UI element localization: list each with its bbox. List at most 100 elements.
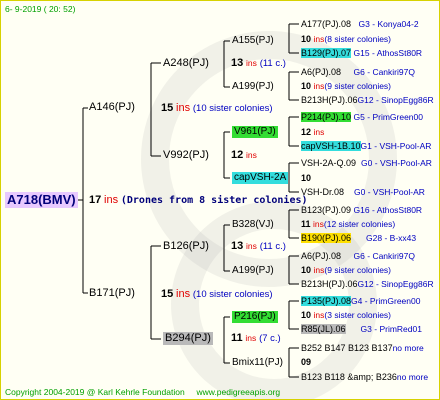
- g1-count: 15: [161, 288, 174, 300]
- g4-count: 10: [301, 310, 312, 320]
- g4-queen[interactable]: A6(PJ).08: [301, 67, 341, 77]
- root-queen[interactable]: A718(BMV): [5, 192, 78, 208]
- g3-queen[interactable]: P216(PJ): [232, 311, 278, 323]
- g4-row: B213H(PJ).06G12 - SinopEgg86R: [301, 94, 434, 106]
- g4-queen[interactable]: B123 B118 &amp; B236: [301, 372, 397, 382]
- g4-row: 11 ins(12 sister colonies): [301, 218, 395, 230]
- g2-note: (7 c.): [259, 333, 281, 344]
- g2-info: 11 ins (7 c.): [231, 332, 281, 345]
- g4-row: B123 B118 &amp; B236no more: [301, 371, 428, 383]
- g2-queen[interactable]: A248(PJ): [163, 57, 209, 70]
- site-link[interactable]: www.pedigreeapis.org: [197, 387, 281, 397]
- g4-queen[interactable]: B252 B147 B123 B137: [301, 343, 393, 353]
- g4-queen[interactable]: capVSH-1B.10: [301, 141, 361, 151]
- g4-line: no more: [396, 372, 429, 382]
- g3-queen[interactable]: A155(PJ): [232, 35, 274, 47]
- g4-line: G5 - PrimGreen00: [353, 112, 423, 122]
- g4-queen[interactable]: P214(PJ).10: [301, 112, 352, 122]
- g4-count: 12: [301, 127, 312, 137]
- g1-queen[interactable]: B171(PJ): [89, 287, 135, 300]
- g1-info: 15 ins (10 sister colonies): [161, 288, 273, 301]
- g2-count: 13: [231, 240, 244, 252]
- g3-queen[interactable]: V961(PJ): [232, 126, 278, 138]
- g4-line: G6 - Cankiri97Q: [353, 67, 415, 77]
- g2-info: 13 ins (11 c.): [231, 240, 286, 253]
- g3-queen[interactable]: capVSH-2A: [232, 172, 289, 184]
- g4-queen[interactable]: B213H(PJ).06: [301, 95, 358, 105]
- g4-count: 10: [301, 265, 312, 275]
- g2-queen[interactable]: B294(PJ): [163, 332, 213, 345]
- g4-row: capVSH-1B.10G1 - VSH-Pool-AR: [301, 140, 431, 152]
- g4-row: 10 ins(3 sister colonies): [301, 309, 391, 321]
- g4-row: 10 ins(9 sister colonies): [301, 80, 391, 92]
- g4-ins: ins: [313, 81, 325, 91]
- g1-note: (10 sister colonies): [192, 289, 273, 300]
- g4-row: VSH-Dr.08 G0 - VSH-Pool-AR: [301, 186, 425, 198]
- root-info: 17 ins (Drones from 8 sister colonies): [89, 194, 308, 207]
- root-count: 17: [89, 194, 102, 206]
- g3-queen[interactable]: Bmix11(PJ): [232, 357, 283, 369]
- g4-ins: ins: [313, 265, 325, 275]
- g4-row: B252 B147 B123 B137no more: [301, 342, 424, 354]
- g4-row: 12 ins: [301, 126, 324, 138]
- g4-row: A6(PJ).08 G6 - Cankiri97Q: [301, 250, 415, 262]
- g3-queen[interactable]: A199(PJ): [232, 265, 274, 277]
- g4-ins: ins: [313, 34, 325, 44]
- g4-line: G12 - SinopEgg86R: [357, 279, 434, 289]
- g4-count: 10: [301, 173, 312, 183]
- g1-info: 15 ins (10 sister colonies): [161, 102, 273, 115]
- g4-line: G12 - SinopEgg86R: [357, 95, 434, 105]
- g4-queen[interactable]: B123(PJ).09: [301, 205, 351, 215]
- g4-note: (8 sister colonies): [324, 34, 392, 44]
- g1-queen[interactable]: A146(PJ): [89, 101, 135, 114]
- g2-queen[interactable]: B126(PJ): [163, 240, 209, 253]
- g4-note: (12 sister colonies): [323, 219, 396, 229]
- g4-line: G0 - VSH-Pool-AR: [354, 187, 425, 197]
- g2-note: (11 c.): [259, 241, 286, 252]
- g2-ins: ins: [246, 150, 257, 160]
- g2-info: 12 ins: [231, 149, 257, 162]
- g3-queen[interactable]: B328(VJ): [232, 219, 274, 231]
- g4-line: G15 - AthosSt80R: [353, 48, 423, 58]
- g4-count: 10: [301, 34, 312, 44]
- g4-note: (9 sister colonies): [324, 265, 392, 275]
- g1-count: 15: [161, 102, 174, 114]
- g4-line: G3 - PrimRed01: [360, 324, 422, 334]
- g4-row: 10: [301, 172, 311, 184]
- g4-queen[interactable]: A177(PJ).08: [301, 19, 351, 29]
- g2-info: 13 ins (11 c.): [231, 57, 286, 70]
- g4-row: P214(PJ).10 G5 - PrimGreen00: [301, 111, 423, 123]
- g4-row: 09: [301, 356, 311, 368]
- g2-ins: ins: [245, 333, 257, 343]
- g4-line: G4 - PrimGreen00: [351, 296, 421, 306]
- g4-row: 10 ins(8 sister colonies): [301, 33, 391, 45]
- g4-line: G1 - VSH-Pool-AR: [360, 141, 432, 151]
- g4-line: G6 - Cankiri97Q: [353, 251, 415, 261]
- g4-row: B123(PJ).09 G16 - AthosSt80R: [301, 204, 422, 216]
- g4-queen[interactable]: R85(JL).06: [301, 324, 346, 334]
- g4-queen[interactable]: B213H(PJ).06: [301, 279, 358, 289]
- g4-note: (3 sister colonies): [324, 310, 392, 320]
- g4-queen[interactable]: VSH-Dr.08: [301, 187, 344, 197]
- g4-queen[interactable]: P135(PJ).08: [301, 296, 352, 306]
- g4-line: G3 - Konya04-2: [358, 19, 419, 29]
- g4-queen[interactable]: VSH-2A-Q.09: [301, 158, 356, 168]
- g4-ins: ins: [313, 219, 324, 229]
- g2-ins: ins: [246, 58, 257, 68]
- g3-queen[interactable]: A199(PJ): [232, 81, 274, 93]
- g4-row: 10 ins(9 sister colonies): [301, 264, 391, 276]
- g4-row: R85(JL).06 G3 - PrimRed01: [301, 323, 422, 335]
- root-ins: ins: [104, 194, 119, 206]
- g2-count: 13: [231, 57, 244, 69]
- footer: Copyright 2004-2019 @ Karl Kehrle Founda…: [5, 386, 280, 398]
- g1-ins: ins: [176, 288, 191, 300]
- g4-queen[interactable]: B190(PJ).06: [301, 233, 352, 243]
- g4-row: A177(PJ).08 G3 - Konya04-2: [301, 18, 419, 30]
- g4-queen[interactable]: B129(PJ).07: [301, 48, 352, 58]
- g2-queen[interactable]: V992(PJ): [163, 149, 209, 162]
- g4-line: G16 - AthosSt80R: [353, 205, 423, 215]
- g4-line: G28 - B-xx43: [366, 233, 417, 243]
- g4-row: B190(PJ).06 G28 - B-xx43: [301, 232, 416, 244]
- g4-ins: ins: [313, 127, 325, 137]
- g4-queen[interactable]: A6(PJ).08: [301, 251, 341, 261]
